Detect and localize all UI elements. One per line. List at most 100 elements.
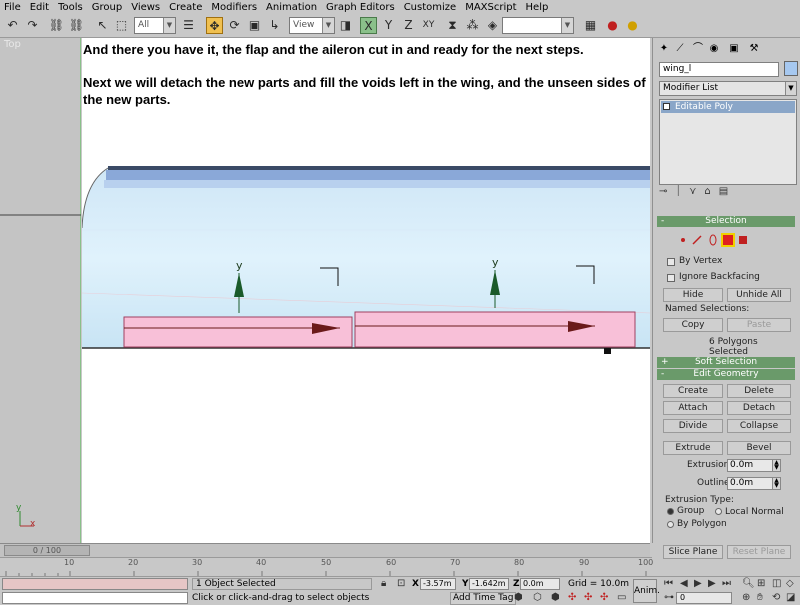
aileron-polygon[interactable] bbox=[354, 311, 636, 348]
menu-help[interactable]: Help bbox=[526, 2, 549, 13]
rotate-icon[interactable]: ⟳ bbox=[226, 17, 243, 34]
go-to-start-icon[interactable]: ⏮ bbox=[664, 578, 673, 589]
by-polygon-radio[interactable] bbox=[667, 521, 674, 528]
menu-create[interactable]: Create bbox=[169, 2, 202, 13]
zoom-icon[interactable]: 🔍︎ bbox=[742, 578, 755, 589]
menu-views[interactable]: Views bbox=[131, 2, 160, 13]
select-by-name-icon[interactable]: ☰ bbox=[180, 17, 197, 34]
delete-button[interactable]: Delete bbox=[727, 384, 791, 398]
attach-button[interactable]: Attach bbox=[663, 401, 723, 415]
polygon-icon[interactable] bbox=[721, 233, 735, 247]
reset-plane-button[interactable]: Reset Plane bbox=[727, 545, 791, 559]
absolute-mode-icon[interactable]: ⊡ bbox=[397, 578, 405, 589]
make-unique-icon[interactable]: ⋎ bbox=[689, 186, 704, 197]
detach-button[interactable]: Detach bbox=[727, 401, 791, 415]
menu-animation[interactable]: Animation bbox=[266, 2, 317, 13]
utilities-tab-icon[interactable]: ⚒ bbox=[747, 42, 761, 56]
menu-maxscript[interactable]: MAXScript bbox=[465, 2, 516, 13]
maxscript-listener-output[interactable] bbox=[2, 578, 188, 590]
slice-plane-button[interactable]: Slice Plane bbox=[663, 545, 723, 559]
motion-tab-icon[interactable]: ◉ bbox=[707, 42, 721, 56]
vertex-icon[interactable] bbox=[681, 238, 685, 242]
zoom-region-icon[interactable]: ✣ bbox=[568, 592, 576, 603]
maximize-toggle-icon[interactable]: ▭ bbox=[617, 592, 626, 603]
track-bar[interactable]: 10 20 30 40 50 60 70 80 90 100 bbox=[0, 557, 653, 576]
bevel-button[interactable]: Bevel bbox=[727, 441, 791, 455]
named-selection-dropdown[interactable]: ▼ bbox=[502, 17, 574, 34]
menu-graph-editors[interactable]: Graph Editors bbox=[326, 2, 395, 13]
extrude-button[interactable]: Extrude bbox=[663, 441, 723, 455]
add-time-tag-button[interactable]: Add Time Tag bbox=[450, 592, 517, 605]
align-icon[interactable]: ◈ bbox=[484, 17, 501, 34]
quick-render-icon[interactable]: ● bbox=[624, 17, 641, 34]
time-slider-thumb[interactable]: 0 / 100 bbox=[4, 545, 90, 556]
redo-icon[interactable]: ↷ bbox=[24, 17, 41, 34]
local-normal-radio[interactable] bbox=[715, 508, 722, 515]
field-of-view-icon[interactable]: ◇ bbox=[786, 578, 794, 589]
element-icon[interactable] bbox=[739, 236, 747, 244]
edit-geometry-rollout-header[interactable]: - Edit Geometry bbox=[657, 369, 795, 380]
menu-edit[interactable]: Edit bbox=[30, 2, 49, 13]
create-tab-icon[interactable]: ✦ bbox=[657, 42, 671, 56]
reference-coordinate-dropdown[interactable]: View ▼ bbox=[289, 17, 335, 34]
expand-icon[interactable] bbox=[663, 103, 670, 110]
modifier-list-dropdown[interactable]: Modifier List ▼ bbox=[659, 81, 797, 96]
outline-spinner[interactable]: 0.0m ▲ ▼ bbox=[727, 477, 781, 490]
set-key-icon[interactable]: ⬡ bbox=[533, 592, 542, 603]
menu-tools[interactable]: Tools bbox=[58, 2, 83, 13]
key-filter-icon[interactable]: ⬢ bbox=[551, 592, 560, 603]
x-coord-field[interactable]: -3.57m bbox=[420, 578, 456, 590]
stack-item-editable-poly[interactable]: Editable Poly bbox=[661, 101, 795, 113]
unhide-all-button[interactable]: Unhide All bbox=[727, 288, 791, 302]
extrusion-spinner[interactable]: 0.0m ▲ ▼ bbox=[727, 459, 781, 472]
move-icon[interactable]: ✥ bbox=[206, 17, 223, 34]
remove-modifier-icon[interactable]: ⌂ bbox=[704, 186, 718, 197]
maxscript-listener-input[interactable] bbox=[2, 592, 188, 604]
pan-icon[interactable]: ✋︎ bbox=[757, 592, 763, 603]
time-slider[interactable]: 0 / 100 bbox=[0, 543, 650, 557]
zoom-extents-all-icon[interactable]: ◫ bbox=[772, 578, 781, 589]
spinner-arrows-icon[interactable]: ▲ ▼ bbox=[772, 460, 780, 471]
menu-customize[interactable]: Customize bbox=[404, 2, 457, 13]
material-editor-icon[interactable]: ▦ bbox=[582, 17, 599, 34]
select-object-icon[interactable]: ↖ bbox=[94, 17, 111, 34]
collapse-button[interactable]: Collapse bbox=[727, 419, 791, 433]
create-button[interactable]: Create bbox=[663, 384, 723, 398]
display-tab-icon[interactable]: ▣ bbox=[727, 42, 741, 56]
render-scene-icon[interactable]: ● bbox=[604, 17, 621, 34]
key-mode-icon[interactable]: ⬢ bbox=[514, 592, 523, 603]
current-frame-field[interactable]: 0 bbox=[676, 592, 732, 604]
soft-selection-rollout-header[interactable]: + Soft Selection bbox=[657, 357, 795, 368]
viewport-side-strip[interactable]: Top y x bbox=[0, 38, 81, 543]
mirror-icon[interactable]: ⧗ bbox=[444, 17, 461, 34]
scale-icon[interactable]: ▣ bbox=[246, 17, 263, 34]
unlink-icon[interactable]: ⛓ bbox=[68, 17, 85, 34]
zoom-extents-icon[interactable]: ✣ bbox=[600, 592, 608, 603]
pivot-icon[interactable]: ◨ bbox=[337, 17, 354, 34]
edge-icon[interactable] bbox=[692, 235, 702, 245]
modify-tab-icon[interactable]: ⟋ bbox=[673, 42, 687, 56]
selection-filter-dropdown[interactable]: All ▼ bbox=[134, 17, 176, 34]
menu-modifiers[interactable]: Modifiers bbox=[211, 2, 257, 13]
zoom-all-icon[interactable]: ✣ bbox=[584, 592, 592, 603]
next-frame-icon[interactable]: ▶ bbox=[708, 578, 716, 589]
copy-button[interactable]: Copy bbox=[663, 318, 723, 332]
menu-file[interactable]: File bbox=[4, 2, 21, 13]
z-coord-field[interactable]: 0.0m bbox=[520, 578, 560, 590]
lock-icon[interactable]: 🔒︎ bbox=[381, 578, 386, 589]
spinner-arrows-icon[interactable]: ▲ ▼ bbox=[772, 478, 780, 489]
by-vertex-checkbox[interactable] bbox=[667, 258, 675, 266]
menu-group[interactable]: Group bbox=[92, 2, 122, 13]
arc-rotate-icon[interactable]: ⟲ bbox=[772, 592, 780, 603]
undo-icon[interactable]: ↶ bbox=[4, 17, 21, 34]
y-coord-field[interactable]: -1.642m bbox=[469, 578, 509, 590]
axis-x-icon[interactable]: X bbox=[360, 17, 377, 34]
play-icon[interactable]: ▶ bbox=[694, 578, 702, 589]
pin-stack-icon[interactable]: ⊸ bbox=[659, 186, 675, 197]
maximize-viewport-icon[interactable]: ◪ bbox=[786, 592, 795, 603]
key-mode-toggle-icon[interactable]: ⊶ bbox=[664, 592, 674, 603]
zoom-all-views-icon[interactable]: ⊞ bbox=[757, 578, 765, 589]
divide-button[interactable]: Divide bbox=[663, 419, 723, 433]
axis-y-icon[interactable]: Y bbox=[380, 17, 397, 34]
object-color-swatch[interactable] bbox=[784, 61, 798, 76]
